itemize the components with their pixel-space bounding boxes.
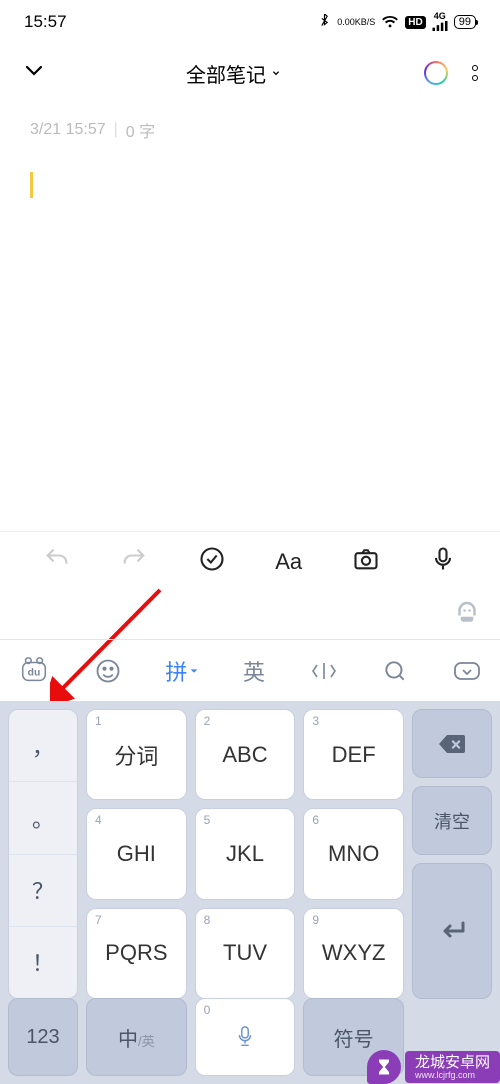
editor-toolbar: Aa	[0, 531, 500, 591]
ime-tab-english[interactable]: 英	[243, 655, 265, 687]
keyboard-collapse-icon[interactable]	[452, 658, 482, 684]
key-2-abc[interactable]: 2ABC	[195, 709, 296, 800]
mic-icon[interactable]	[429, 545, 457, 578]
backspace-key[interactable]	[412, 709, 492, 778]
status-right: 0.00KB/S HD 4G 99	[318, 13, 476, 30]
signal-icon: 4G	[432, 13, 448, 30]
note-wordcount: 0 字	[126, 118, 155, 142]
bluetooth-icon	[318, 14, 331, 30]
key-3-def[interactable]: 3DEF	[303, 709, 404, 800]
keyboard: ， 。 ？ ！ 1分词 2ABC 3DEF 4GHI 5JKL 6MNO 7PQ…	[0, 701, 500, 1084]
key-7-pqrs[interactable]: 7PQRS	[86, 908, 187, 999]
text-style-button[interactable]: Aa	[275, 549, 302, 575]
key-6-mno[interactable]: 6MNO	[303, 808, 404, 899]
collapse-button[interactable]	[22, 59, 46, 88]
hd-badge: HD	[405, 16, 425, 29]
key-123[interactable]: 123	[8, 998, 78, 1076]
ime-candidate-bar	[0, 591, 500, 639]
clear-key[interactable]: 清空	[412, 786, 492, 855]
key-grid: 1分词 2ABC 3DEF 4GHI 5JKL 6MNO 7PQRS 8TUV …	[86, 709, 404, 999]
notebook-selector[interactable]: 全部笔记	[186, 59, 284, 88]
note-editor[interactable]	[0, 152, 500, 452]
search-icon[interactable]	[382, 658, 408, 684]
key-lang-toggle[interactable]: 中/英	[86, 998, 187, 1076]
baidu-logo-icon[interactable]: du	[18, 656, 50, 686]
wifi-icon	[381, 15, 399, 29]
key-9-wxyz[interactable]: 9WXYZ	[303, 908, 404, 999]
status-time: 15:57	[24, 12, 67, 32]
undo-icon[interactable]	[43, 545, 71, 578]
key-question[interactable]: ？	[9, 855, 77, 927]
battery-icon: 99	[454, 15, 476, 29]
checklist-icon[interactable]	[198, 545, 226, 578]
svg-text:du: du	[28, 667, 41, 678]
camera-icon[interactable]	[352, 545, 380, 578]
text-cursor	[30, 172, 33, 198]
status-bar: 15:57 0.00KB/S HD 4G 99	[0, 0, 500, 38]
notebook-title: 全部笔记	[186, 59, 266, 88]
key-4-ghi[interactable]: 4GHI	[86, 808, 187, 899]
key-period[interactable]: 。	[9, 782, 77, 854]
key-1-fenci[interactable]: 1分词	[86, 709, 187, 800]
ai-assist-icon[interactable]	[452, 598, 482, 633]
note-meta: 3/21 15:57 | 0 字	[0, 108, 500, 152]
bottom-row: 123 中/英 0 符号	[8, 998, 492, 1076]
app-header: 全部笔记	[0, 38, 500, 108]
emoji-icon[interactable]	[94, 657, 122, 685]
ime-tab-pinyin[interactable]: 拼	[165, 655, 199, 687]
note-date: 3/21 15:57	[30, 121, 106, 139]
key-8-tuv[interactable]: 8TUV	[195, 908, 296, 999]
symbol-column: ， 。 ？ ！	[8, 709, 78, 999]
key-space-mic[interactable]: 0	[195, 998, 296, 1076]
ime-top-row: du 拼 英	[0, 639, 500, 701]
key-5-jkl[interactable]: 5JKL	[195, 808, 296, 899]
key-symbols[interactable]: 符号	[303, 998, 404, 1076]
key-exclaim[interactable]: ！	[9, 927, 77, 998]
cursor-move-icon[interactable]	[309, 658, 339, 684]
theme-button[interactable]	[424, 61, 448, 85]
enter-key[interactable]	[412, 863, 492, 999]
redo-icon[interactable]	[120, 545, 148, 578]
key-comma[interactable]: ，	[9, 710, 77, 782]
right-column: 清空	[412, 709, 492, 999]
more-button[interactable]	[472, 65, 478, 81]
network-rate: 0.00KB/S	[337, 18, 375, 26]
